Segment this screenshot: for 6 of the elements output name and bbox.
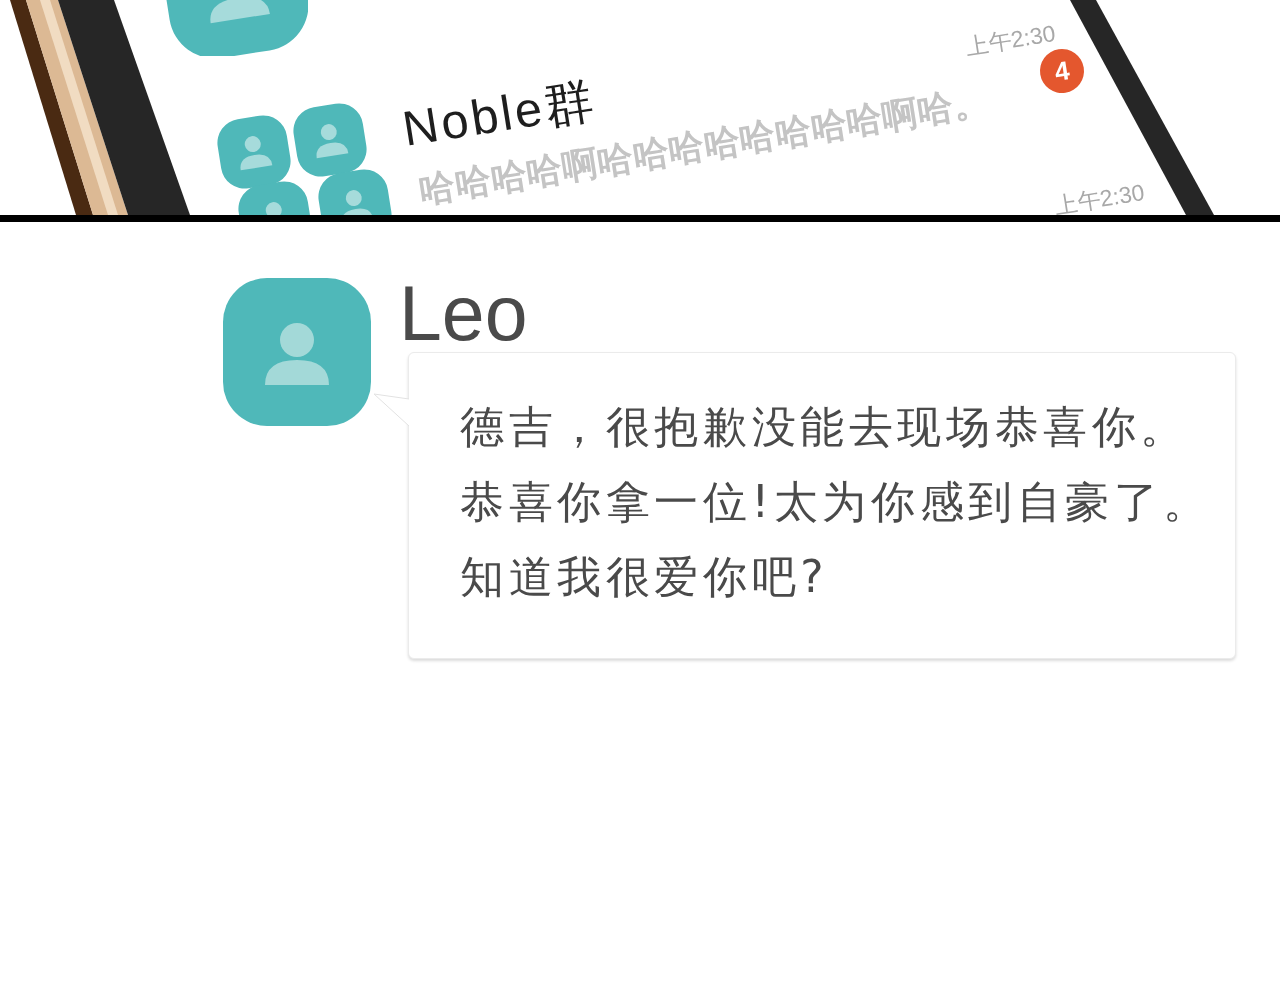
- message-line: 德吉，很抱歉没能去现场恭喜你。: [460, 400, 1189, 454]
- sender-name: Leo: [399, 276, 528, 350]
- message-line: 恭喜你拿一位!太为你感到自豪了。: [460, 475, 1212, 529]
- message-time: 上午2:30: [1052, 179, 1147, 215]
- avatar-icon: [223, 278, 371, 426]
- message-line: 知道我很爱你吧?: [460, 550, 829, 604]
